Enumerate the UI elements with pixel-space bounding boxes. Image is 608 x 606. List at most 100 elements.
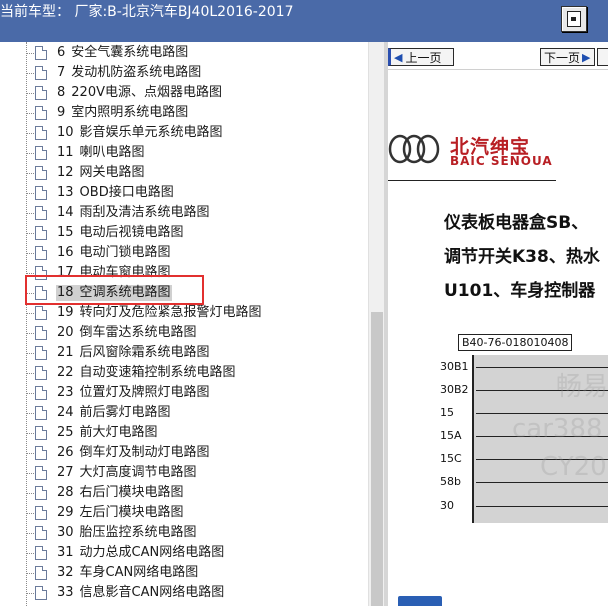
doc-text-line: U101、车身控制器 xyxy=(444,281,596,301)
tree-item[interactable]: 22 自动变速箱控制系统电路图 xyxy=(26,363,356,383)
tree-item-number: 13 xyxy=(57,185,74,200)
tree-item[interactable]: 31 动力总成CAN网络电路图 xyxy=(26,543,356,563)
tree-item[interactable]: 10 影音娱乐单元系统电路图 xyxy=(26,123,356,143)
tree-item-label: 14 雨刮及清洁系统电路图 xyxy=(56,205,211,221)
document-icon xyxy=(35,126,47,140)
viewer-menu-button[interactable] xyxy=(597,48,608,66)
tree-item[interactable]: 16 电动门锁电路图 xyxy=(26,243,356,263)
doc-text-line: 仪表板电器盒SB、 xyxy=(444,213,589,233)
prev-page-button[interactable]: ◀ 上一页 xyxy=(388,48,454,66)
tree-item-text: 发动机防盗系统电路图 xyxy=(71,65,202,80)
tree-item-number: 22 xyxy=(57,365,74,380)
pin-label: 30 xyxy=(440,499,454,512)
tree-item[interactable]: 9 室内照明系统电路图 xyxy=(26,103,356,123)
tree-item-text: 大灯高度调节电路图 xyxy=(79,465,197,480)
tree-item-text: 雨刮及清洁系统电路图 xyxy=(79,205,210,220)
tree-item[interactable]: 8 220V电源、点烟器电路图 xyxy=(26,83,356,103)
toggle-panel-button[interactable] xyxy=(561,6,587,32)
tree-item[interactable]: 26 倒车灯及制动灯电路图 xyxy=(26,443,356,463)
document-icon xyxy=(35,326,47,340)
tree-branch xyxy=(26,572,34,574)
tree-item-number: 9 xyxy=(57,105,66,120)
tree-item[interactable]: 28 右后门模块电路图 xyxy=(26,483,356,503)
document-icon xyxy=(35,106,47,120)
tree-item[interactable]: 25 前大灯电路图 xyxy=(26,423,356,443)
prev-page-label: 上一页 xyxy=(405,50,442,65)
document-icon xyxy=(35,426,47,440)
tree-item[interactable]: 19 转向灯及危险紧急报警灯电路图 xyxy=(26,303,356,323)
document-icon xyxy=(35,226,47,240)
tree-item-text: 胎压监控系统电路图 xyxy=(79,525,197,540)
tree-item[interactable]: 29 左后门模块电路图 xyxy=(26,503,356,523)
tree-item-label: 8 220V电源、点烟器电路图 xyxy=(56,85,223,101)
tree-item-text: 左后门模块电路图 xyxy=(79,505,184,520)
tree-item-label: 16 电动门锁电路图 xyxy=(56,245,172,261)
baic-logo-icon xyxy=(388,134,440,164)
page-tab[interactable] xyxy=(398,596,442,606)
tree-item-number: 25 xyxy=(57,425,74,440)
tree-item[interactable]: 30 胎压监控系统电路图 xyxy=(26,523,356,543)
tree-item-label: 21 后风窗除霜系统电路图 xyxy=(56,345,211,361)
document-icon xyxy=(35,406,47,420)
next-page-button[interactable]: 下一页 ▶ xyxy=(540,48,595,66)
tree-item[interactable]: 11 喇叭电路图 xyxy=(26,143,356,163)
tree-item[interactable]: 6 安全气囊系统电路图 xyxy=(26,43,356,63)
next-page-label: 下一页 xyxy=(544,50,581,65)
tree-item-label: 23 位置灯及牌照灯电路图 xyxy=(56,385,211,401)
tree-item-number: 8 xyxy=(57,85,66,100)
tree-item-label: 25 前大灯电路图 xyxy=(56,425,159,441)
viewer-nav-bar: ◀ 上一页 下一页 ▶ xyxy=(388,42,608,70)
tree-branch xyxy=(26,552,34,554)
tree-item-number: 28 xyxy=(57,485,74,500)
panel-toggle-icon xyxy=(567,11,581,27)
tree-item-label: 33 信息影音CAN网络电路图 xyxy=(56,585,225,601)
tree-branch xyxy=(26,352,34,354)
tree-item[interactable]: 21 后风窗除霜系统电路图 xyxy=(26,343,356,363)
document-icon xyxy=(35,186,47,200)
tree-item-label: 7 发动机防盗系统电路图 xyxy=(56,65,202,81)
tree-branch xyxy=(26,112,34,114)
pin-label: 15A xyxy=(440,429,462,442)
tree-item-number: 32 xyxy=(57,565,74,580)
current-model-title: 当前车型： 厂家:B-北京汽车BJ40L2016-2017 xyxy=(0,4,294,20)
tree-branch xyxy=(26,212,34,214)
tree-item-number: 23 xyxy=(57,385,74,400)
tree-branch xyxy=(26,152,34,154)
tree-branch xyxy=(26,332,34,334)
selected-item-highlight xyxy=(25,275,204,305)
brand-name-en: BAIC SENOUA xyxy=(450,154,553,168)
tree-item-label: 26 倒车灯及制动灯电路图 xyxy=(56,445,211,461)
tree-item-number: 15 xyxy=(57,225,74,240)
tree-scrollbar[interactable] xyxy=(368,42,384,606)
tree-item[interactable]: 14 雨刮及清洁系统电路图 xyxy=(26,203,356,223)
tree-branch xyxy=(26,232,34,234)
document-icon xyxy=(35,46,47,60)
tree-item[interactable]: 20 倒车雷达系统电路图 xyxy=(26,323,356,343)
diagram-tree: 6 安全气囊系统电路图 7 发动机防盗系统电路图 8 220V电源、点烟器电路图 9 室内照明… xyxy=(0,42,368,606)
tree-item[interactable]: 24 前后雾灯电路图 xyxy=(26,403,356,423)
tree-item[interactable]: 27 大灯高度调节电路图 xyxy=(26,463,356,483)
tree-item[interactable]: 32 车身CAN网络电路图 xyxy=(26,563,356,583)
tree-item-label: 10 影音娱乐单元系统电路图 xyxy=(56,125,224,141)
tree-item-label: 32 车身CAN网络电路图 xyxy=(56,565,199,581)
tree-item-text: 倒车灯及制动灯电路图 xyxy=(79,445,210,460)
tree-item[interactable]: 13 OBD接口电路图 xyxy=(26,183,356,203)
tree-scrollbar-thumb[interactable] xyxy=(371,312,383,606)
tree-item-text: 转向灯及危险紧急报警灯电路图 xyxy=(79,305,262,320)
tree-branch xyxy=(26,372,34,374)
tree-item-number: 29 xyxy=(57,505,74,520)
tree-item-text: 220V电源、点烟器电路图 xyxy=(71,85,222,100)
tree-item-text: 后风窗除霜系统电路图 xyxy=(79,345,210,360)
tree-item[interactable]: 7 发动机防盗系统电路图 xyxy=(26,63,356,83)
tree-item[interactable]: 12 网关电路图 xyxy=(26,163,356,183)
tree-branch xyxy=(26,72,34,74)
tree-item-label: 29 左后门模块电路图 xyxy=(56,505,185,521)
tree-item-text: 室内照明系统电路图 xyxy=(71,105,189,120)
pin-label: 30B2 xyxy=(440,383,469,396)
document-icon xyxy=(35,86,47,100)
tree-item-label: 30 胎压监控系统电路图 xyxy=(56,525,198,541)
tree-item[interactable]: 33 信息影音CAN网络电路图 xyxy=(26,583,356,603)
tree-item-number: 33 xyxy=(57,585,74,600)
tree-item[interactable]: 15 电动后视镜电路图 xyxy=(26,223,356,243)
tree-item[interactable]: 23 位置灯及牌照灯电路图 xyxy=(26,383,356,403)
